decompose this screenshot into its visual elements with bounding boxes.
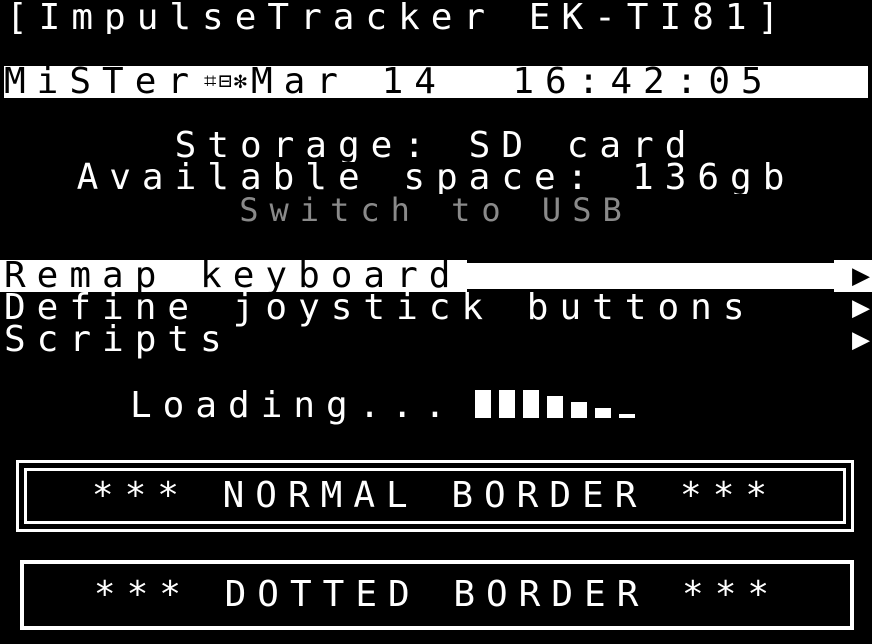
status-date: Mar 14 xyxy=(250,66,447,98)
options-menu: Remap keyboard ▶ Define joystick buttons… xyxy=(0,258,872,360)
loading-block xyxy=(522,390,539,418)
available-space: Available space: 136gb xyxy=(76,162,796,194)
switch-storage-button[interactable]: Switch to USB xyxy=(0,194,872,226)
menu-item-scripts[interactable]: Scripts ▶ xyxy=(0,319,872,360)
normal-border-box: *** NORMAL BORDER *** xyxy=(16,460,854,532)
loading-progress-blocks xyxy=(474,386,635,422)
system-name: MiSTer xyxy=(4,66,201,98)
dotted-border-box: *** DOTTED BORDER *** xyxy=(20,560,854,630)
loading-block xyxy=(546,396,563,418)
loading-block xyxy=(474,390,491,418)
loading-indicator: Loading... xyxy=(130,385,635,426)
app-title: [ImpulseTracker_EK-TI81] xyxy=(6,2,791,34)
normal-border-label: *** NORMAL BORDER *** xyxy=(91,475,779,516)
submenu-arrow-icon: ▶ xyxy=(834,260,872,292)
usb-icon: ⊟ xyxy=(218,69,232,94)
status-icons: ⌗ ⊟ ✻ xyxy=(204,66,247,98)
submenu-arrow-icon: ▶ xyxy=(851,290,870,325)
loading-block xyxy=(618,414,635,418)
submenu-arrow-icon: ▶ xyxy=(851,322,870,357)
menu-item-label: Scripts xyxy=(4,319,233,360)
loading-block xyxy=(594,408,611,418)
network-icon: ⌗ xyxy=(204,69,217,94)
loading-text: Loading... xyxy=(130,385,457,426)
loading-block xyxy=(498,390,515,418)
dotted-border-label: *** DOTTED BORDER *** xyxy=(93,574,781,615)
status-bar: MiSTer ⌗ ⊟ ✻ Mar 14 16:42:05 xyxy=(4,66,868,98)
storage-info: Storage: SD card xyxy=(174,130,698,162)
bluetooth-icon: ✻ xyxy=(233,69,247,94)
status-time: 16:42:05 xyxy=(512,66,774,98)
loading-block xyxy=(570,402,587,418)
